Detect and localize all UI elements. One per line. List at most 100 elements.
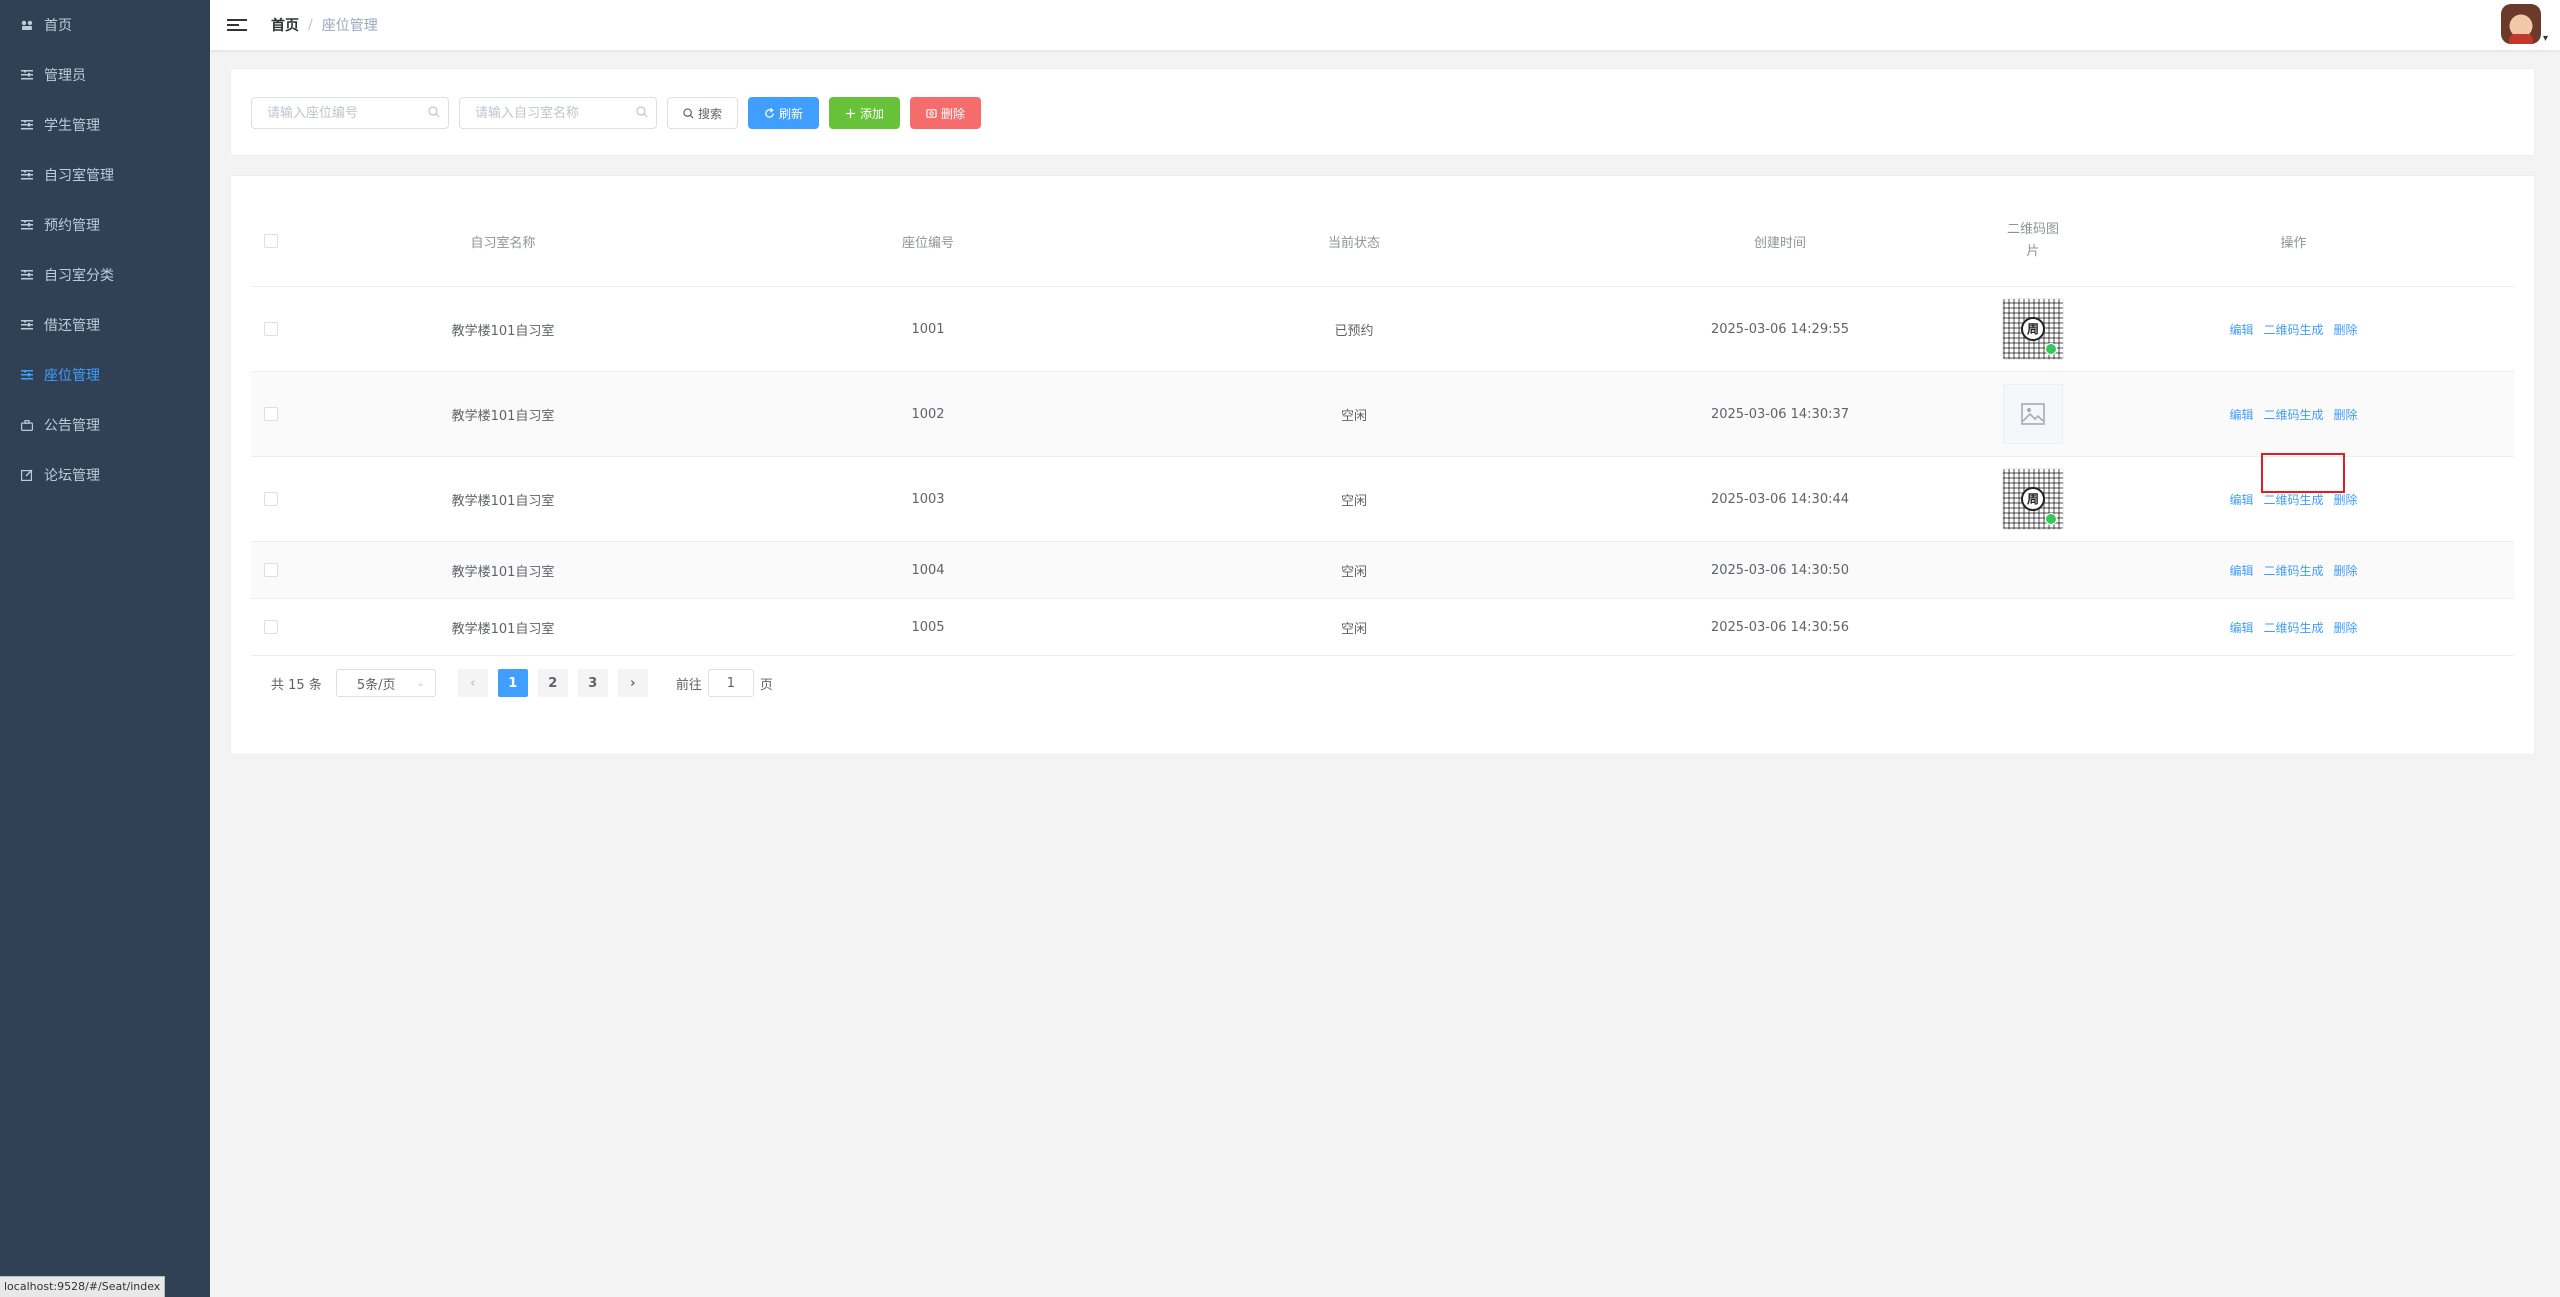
seat-number-input[interactable] — [252, 98, 448, 128]
hamburger-menu-icon[interactable] — [227, 19, 247, 31]
sidebar-item-borrow-return[interactable]: 借还管理 — [0, 300, 210, 350]
list-icon — [20, 70, 34, 80]
edit-link[interactable]: 编辑 — [2229, 619, 2253, 636]
header-created-time: 创建时间 — [1753, 235, 1806, 251]
generate-qr-link[interactable]: 二维码生成 — [2263, 406, 2323, 423]
search-bar: 搜索 刷新 添加 删除 — [251, 97, 991, 129]
breadcrumb-current: 座位管理 — [321, 18, 378, 34]
cell-status: 空闲 — [1340, 564, 1367, 580]
header-room-name: 自习室名称 — [470, 235, 536, 251]
chevron-right-icon: › — [630, 675, 636, 691]
row-checkbox[interactable] — [264, 620, 278, 634]
avatar[interactable] — [2500, 4, 2541, 44]
row-checkbox-cell — [251, 322, 291, 336]
row-checkbox[interactable] — [264, 563, 278, 577]
page-1-button[interactable]: 1 — [497, 669, 528, 697]
plus-icon — [845, 108, 856, 118]
row-checkbox-cell — [251, 563, 291, 577]
add-button[interactable]: 添加 — [829, 97, 901, 129]
generate-qr-link[interactable]: 二维码生成 — [2263, 321, 2323, 338]
generate-qr-link[interactable]: 二维码生成 — [2263, 562, 2323, 579]
chevron-left-icon: ‹ — [470, 675, 476, 691]
delete-link[interactable]: 删除 — [2334, 491, 2358, 508]
sidebar-item-label: 公告管理 — [44, 418, 100, 434]
cell-created-time: 2025-03-06 14:30:56 — [1710, 619, 1850, 635]
row-checkbox[interactable] — [264, 492, 278, 506]
sidebar-item-forum[interactable]: 论坛管理 — [0, 450, 210, 500]
sidebar-item-label: 座位管理 — [44, 368, 100, 384]
sidebar-item-reservations[interactable]: 预约管理 — [0, 200, 210, 250]
sidebar-item-label: 管理员 — [44, 68, 86, 84]
delete-link[interactable]: 删除 — [2334, 562, 2358, 579]
sidebar-item-students[interactable]: 学生管理 — [0, 100, 210, 150]
chevron-down-icon: ⌄ — [416, 677, 425, 689]
image-placeholder-icon — [2003, 384, 2063, 444]
cell-status: 空闲 — [1340, 493, 1367, 509]
breadcrumb-separator: / — [308, 17, 313, 33]
next-page-button[interactable]: › — [617, 669, 648, 697]
table-card: 自习室名称 座位编号 当前状态 创建时间 二维码图片 操作 教学楼101自习室 … — [230, 175, 2535, 755]
dashboard-icon — [20, 19, 34, 31]
cell-room-name: 教学楼101自习室 — [451, 323, 555, 339]
room-name-input-wrapper — [459, 97, 657, 129]
row-checkbox[interactable] — [264, 407, 278, 421]
user-menu[interactable]: ▾ — [2500, 4, 2548, 44]
page-jump-input[interactable] — [707, 669, 754, 697]
edit-link[interactable]: 编辑 — [2229, 321, 2253, 338]
cell-operations: 编辑 二维码生成 删除 — [2073, 321, 2514, 338]
breadcrumb-home[interactable]: 首页 — [271, 15, 299, 35]
sidebar-item-label: 首页 — [44, 18, 72, 34]
list-icon — [20, 370, 34, 380]
table-row: 教学楼101自习室 1003 空闲 2025-03-06 14:30:44 周 … — [251, 457, 2514, 542]
edit-link[interactable]: 编辑 — [2229, 562, 2253, 579]
header-seat-number: 座位编号 — [901, 235, 954, 251]
refresh-button[interactable]: 刷新 — [748, 97, 820, 129]
sidebar-item-room-categories[interactable]: 自习室分类 — [0, 250, 210, 300]
seat-number-input-wrapper — [251, 97, 449, 129]
row-checkbox[interactable] — [264, 322, 278, 336]
prev-page-button[interactable]: ‹ — [457, 669, 488, 697]
sidebar-item-announcements[interactable]: 公告管理 — [0, 400, 210, 450]
qr-code-image[interactable]: 周 — [2002, 468, 2064, 530]
delete-button-label: 删除 — [941, 106, 966, 121]
delete-link[interactable]: 删除 — [2334, 321, 2358, 338]
search-button[interactable]: 搜索 — [667, 97, 739, 129]
select-all-checkbox[interactable] — [264, 234, 278, 248]
sidebar: 首页 管理员 学生管理 自习室管理 预约管理 自习室分类 借还管理 座位管理 公… — [0, 0, 210, 1297]
cell-operations: 编辑 二维码生成 删除 — [2073, 562, 2514, 579]
page-jump-prefix: 前往 — [675, 677, 702, 693]
cell-created-time: 2025-03-06 14:30:37 — [1710, 406, 1850, 422]
cell-room-name: 教学楼101自习室 — [451, 408, 555, 424]
caret-down-icon[interactable]: ▾ — [2543, 33, 2548, 44]
generate-qr-link[interactable]: 二维码生成 — [2263, 619, 2323, 636]
qr-code-image[interactable]: 周 — [2002, 298, 2064, 360]
delete-link[interactable]: 删除 — [2334, 406, 2358, 423]
room-name-input[interactable] — [460, 98, 656, 128]
delete-icon — [926, 108, 937, 118]
delete-link[interactable]: 删除 — [2334, 619, 2358, 636]
sidebar-item-seats[interactable]: 座位管理 — [0, 350, 210, 400]
sidebar-item-home[interactable]: 首页 — [0, 0, 210, 50]
sidebar-item-study-rooms[interactable]: 自习室管理 — [0, 150, 210, 200]
page-size-select[interactable]: 5条/页 ⌄ — [335, 669, 436, 697]
generate-qr-link[interactable]: 二维码生成 — [2263, 491, 2323, 508]
sidebar-item-admin[interactable]: 管理员 — [0, 50, 210, 100]
table-row: 教学楼101自习室 1001 已预约 2025-03-06 14:29:55 周… — [251, 287, 2514, 372]
edit-link[interactable]: 编辑 — [2229, 491, 2253, 508]
header-qr-line2: 片 — [2026, 244, 2040, 259]
page-2-button[interactable]: 2 — [537, 669, 568, 697]
sidebar-item-label: 借还管理 — [44, 318, 100, 334]
cell-seat-number: 1005 — [911, 619, 945, 635]
list-icon — [20, 320, 34, 330]
seat-table: 自习室名称 座位编号 当前状态 创建时间 二维码图片 操作 教学楼101自习室 … — [251, 196, 2514, 656]
table-row: 教学楼101自习室 1004 空闲 2025-03-06 14:30:50 编辑… — [251, 542, 2514, 599]
header-qr-image: 二维码图片 — [1993, 219, 2073, 263]
edit-link[interactable]: 编辑 — [2229, 406, 2253, 423]
page-3-button[interactable]: 3 — [577, 669, 608, 697]
cell-qr-image — [1993, 384, 2073, 444]
cell-qr-image: 周 — [1993, 468, 2073, 530]
delete-button[interactable]: 删除 — [910, 97, 982, 129]
search-icon — [428, 106, 440, 118]
list-icon — [20, 270, 34, 280]
cell-qr-image: 周 — [1993, 298, 2073, 360]
